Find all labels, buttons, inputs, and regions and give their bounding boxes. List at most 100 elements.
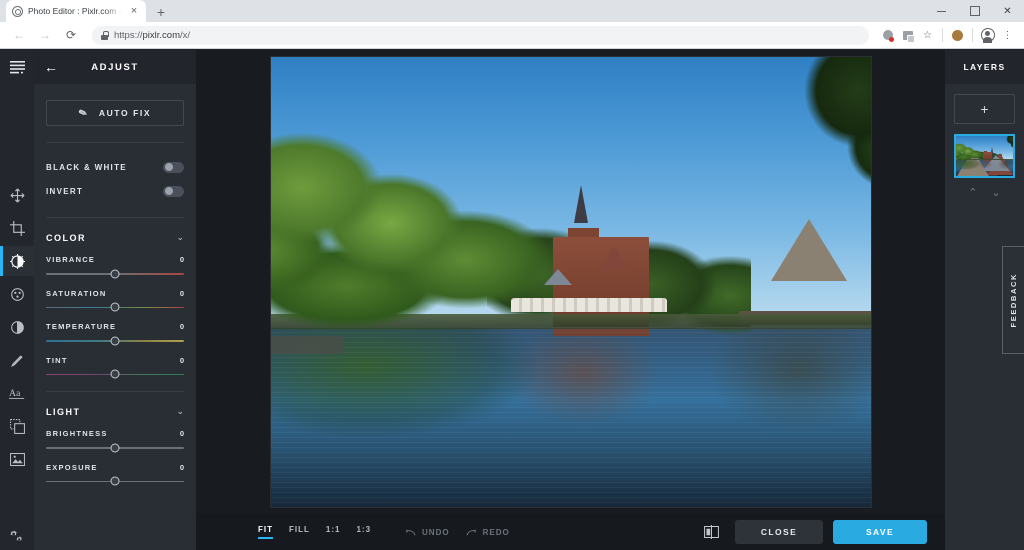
text-tool[interactable]: Aa: [0, 378, 34, 408]
history-controls: UNDO REDO: [405, 528, 510, 537]
redo-button[interactable]: REDO: [466, 528, 510, 537]
slider-label: BRIGHTNESS: [46, 429, 108, 438]
kebab-menu-icon[interactable]: ⋮: [999, 27, 1016, 44]
compare-split-icon[interactable]: [697, 521, 725, 543]
photo-bruges-minnewater: [271, 57, 871, 507]
arrange-tool[interactable]: [0, 180, 34, 210]
slider-temperature[interactable]: TEMPERATURE 0: [46, 322, 184, 342]
toggle-invert[interactable]: INVERT: [46, 181, 184, 201]
plus-icon: +: [980, 102, 988, 116]
hamburger-menu-icon[interactable]: [0, 50, 34, 84]
cookie-icon[interactable]: [949, 27, 966, 44]
chevron-down-icon[interactable]: ⌄: [992, 186, 1001, 199]
crop-tool[interactable]: [0, 213, 34, 243]
toggle-label: BLACK & WHITE: [46, 163, 127, 172]
zoom-1-3[interactable]: 1:3: [356, 525, 371, 539]
feedback-tab[interactable]: FEEDBACK: [1002, 246, 1024, 354]
adjust-tool[interactable]: [0, 246, 34, 276]
window-controls: ✕: [925, 0, 1024, 22]
arrow-right-icon[interactable]: →: [34, 24, 56, 46]
slider-track[interactable]: [46, 307, 184, 309]
slider-tint[interactable]: TINT 0: [46, 356, 184, 376]
pixlr-logo-icon: [12, 6, 23, 17]
slider-track[interactable]: [46, 340, 184, 342]
divider: [46, 142, 184, 143]
zoom-fill[interactable]: FILL: [289, 525, 310, 539]
toolbar-divider: [942, 28, 943, 42]
zoom-1-1[interactable]: 1:1: [326, 525, 341, 539]
layer-thumbnail: [956, 136, 1013, 176]
extension-translate-icon[interactable]: [899, 27, 916, 44]
reload-icon[interactable]: ⟳: [60, 24, 82, 46]
tool-list: Aa: [0, 180, 34, 474]
browser-tab[interactable]: Photo Editor : Pixlr.com - image ×: [6, 0, 146, 22]
section-title: COLOR: [46, 233, 86, 243]
slider-vibrance[interactable]: VIBRANCE 0: [46, 255, 184, 275]
slider-knob[interactable]: [111, 443, 120, 452]
toggle-black-and-white[interactable]: BLACK & WHITE: [46, 157, 184, 177]
slider-brightness[interactable]: BRIGHTNESS 0: [46, 429, 184, 449]
slider-track[interactable]: [46, 447, 184, 449]
chevron-up-icon[interactable]: ⌃: [968, 186, 977, 199]
gears-settings-icon[interactable]: [0, 529, 34, 544]
effect-tool[interactable]: [0, 279, 34, 309]
add-layer-button[interactable]: +: [954, 94, 1015, 124]
chevron-down-icon[interactable]: ⌄: [176, 406, 184, 417]
cutout-tool[interactable]: [0, 411, 34, 441]
extension-icon[interactable]: [879, 27, 896, 44]
element-tool[interactable]: [0, 444, 34, 474]
profile-avatar-icon[interactable]: [979, 27, 996, 44]
layer-item[interactable]: [954, 134, 1015, 178]
slider-value: 0: [180, 463, 184, 472]
slider-track[interactable]: [46, 374, 184, 376]
slider-value: 0: [180, 429, 184, 438]
slider-knob[interactable]: [111, 269, 120, 278]
divider: [46, 391, 184, 392]
zoom-fit[interactable]: FIT: [258, 525, 273, 539]
adjust-panel: ← ADJUST ✎ AUTO FIX BLACK & WHITE INVERT: [34, 50, 196, 550]
slider-knob[interactable]: [111, 336, 120, 345]
slider-knob[interactable]: [111, 370, 120, 379]
url-host: pixlr.com: [143, 30, 180, 41]
arrow-left-icon[interactable]: ←: [8, 24, 30, 46]
slider-knob[interactable]: [111, 303, 120, 312]
undo-button[interactable]: UNDO: [405, 528, 450, 537]
arrow-left-icon[interactable]: ←: [44, 60, 60, 74]
maximize-icon[interactable]: [958, 0, 991, 22]
pixlr-editor: Aa: [0, 50, 1024, 550]
slider-label: TEMPERATURE: [46, 322, 116, 331]
tab-title: Photo Editor : Pixlr.com - image: [28, 6, 123, 16]
panel-body: ✎ AUTO FIX BLACK & WHITE INVERT COLOR ⌄: [34, 84, 196, 550]
browser-window: Photo Editor : Pixlr.com - image × + ✕ ←…: [0, 0, 1024, 550]
toggle-switch[interactable]: [163, 162, 184, 173]
slider-exposure[interactable]: EXPOSURE 0: [46, 463, 184, 483]
toggle-label: INVERT: [46, 187, 83, 196]
layers-panel: LAYERS + ⌃ ⌄: [945, 50, 1024, 550]
save-button[interactable]: SAVE: [833, 520, 927, 544]
image-canvas[interactable]: [271, 57, 871, 507]
slider-knob[interactable]: [111, 477, 120, 486]
slider-track[interactable]: [46, 481, 184, 483]
section-header-color[interactable]: COLOR ⌄: [46, 232, 184, 243]
zoom-options: FIT FILL 1:1 1:3: [258, 525, 371, 539]
detail-tool[interactable]: [0, 312, 34, 342]
section-header-light[interactable]: LIGHT ⌄: [46, 406, 184, 417]
url-text: https://pixlr.com/x/: [114, 30, 190, 41]
close-button[interactable]: CLOSE: [735, 520, 823, 544]
layers-title: LAYERS: [945, 50, 1024, 84]
browser-toolbar-icons: ☆ ⋮: [879, 27, 1016, 44]
toggle-switch[interactable]: [163, 186, 184, 197]
close-icon[interactable]: ×: [128, 6, 140, 17]
slider-saturation[interactable]: SATURATION 0: [46, 289, 184, 309]
new-tab-button[interactable]: +: [150, 2, 172, 22]
slider-track[interactable]: [46, 273, 184, 275]
close-icon[interactable]: ✕: [991, 0, 1024, 22]
bookmark-star-icon[interactable]: ☆: [919, 27, 936, 44]
chevron-down-icon[interactable]: ⌄: [176, 232, 184, 243]
auto-fix-label: AUTO FIX: [99, 108, 151, 118]
draw-tool[interactable]: [0, 345, 34, 375]
auto-fix-button[interactable]: ✎ AUTO FIX: [46, 100, 184, 126]
minimize-icon[interactable]: [925, 0, 958, 22]
search-input[interactable]: https://pixlr.com/x/: [92, 26, 869, 45]
slider-label: SATURATION: [46, 289, 107, 298]
